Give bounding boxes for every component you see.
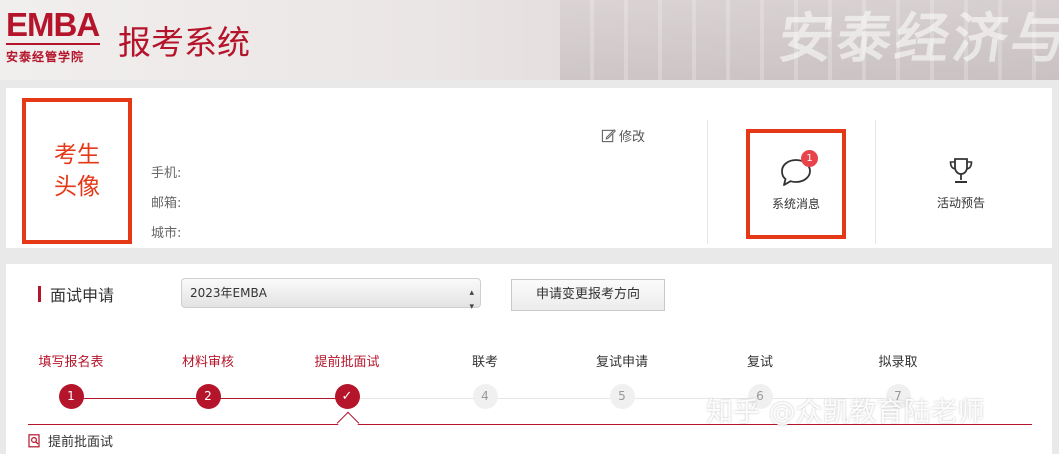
system-messages-label: 系统消息 xyxy=(771,197,820,211)
profile-card: 考生头像 手机: 邮箱: 城市: 修改 1 系统消息 活动预告 xyxy=(6,88,1052,248)
avatar-label: 考生头像 xyxy=(54,142,100,200)
city-field: 城市: xyxy=(151,222,181,252)
email-label: 邮箱: xyxy=(151,196,182,211)
step-label: 填写报名表 xyxy=(38,355,104,370)
step-label: 提前批面试 xyxy=(314,355,380,370)
document-search-icon xyxy=(28,433,40,447)
logo-divider xyxy=(6,43,100,45)
unread-badge: 1 xyxy=(801,150,818,167)
step-marker: 1 xyxy=(58,384,84,409)
step-fill-form[interactable]: 填写报名表 1 xyxy=(16,352,126,409)
current-section-title: 提前批面试 xyxy=(48,435,114,450)
step-label: 联考 xyxy=(471,355,498,370)
program-select[interactable]: 2023年EMBA ▴ ▾ xyxy=(181,278,481,312)
change-direction-button[interactable]: 申请变更报考方向 xyxy=(511,279,665,311)
checkmark-icon: ✓ xyxy=(334,384,360,409)
edit-icon xyxy=(601,129,616,143)
edit-profile-link[interactable]: 修改 xyxy=(601,126,645,145)
watermark-text: 知乎 @众凯教育陆老师 xyxy=(706,397,985,428)
current-step-pointer xyxy=(336,411,360,435)
city-label: 城市: xyxy=(151,226,182,241)
step-label: 复试申请 xyxy=(595,355,648,370)
divider xyxy=(875,120,876,244)
section-title-text: 面试申请 xyxy=(50,286,115,305)
step-label: 复试 xyxy=(746,355,773,370)
phone-label: 手机: xyxy=(151,166,182,181)
logo-main-text: EMBA xyxy=(6,6,100,43)
email-field: 邮箱: xyxy=(151,192,181,222)
section-title-bar xyxy=(38,286,41,302)
current-section-header: 提前批面试 xyxy=(28,431,113,450)
message-icon-wrap: 1 xyxy=(779,150,818,189)
step-joint-exam[interactable]: 联考 4 xyxy=(430,352,540,409)
step-retest-application[interactable]: 复试申请 5 xyxy=(567,352,677,409)
phone-field: 手机: xyxy=(151,162,181,192)
system-messages-button[interactable]: 1 系统消息 xyxy=(746,129,846,239)
contact-info: 手机: 邮箱: 城市: xyxy=(151,162,181,252)
logo-sub-text: 安泰经管学院 xyxy=(6,50,85,64)
step-marker: 5 xyxy=(609,384,635,409)
step-early-interview[interactable]: 提前批面试 ✓ xyxy=(292,352,402,409)
site-title: 报考系统 xyxy=(118,23,250,62)
header-background-text: 安泰经济与 xyxy=(774,7,1059,70)
event-preview-button[interactable]: 活动预告 xyxy=(916,156,1006,211)
step-label: 拟录取 xyxy=(878,355,918,370)
edit-label: 修改 xyxy=(619,130,646,145)
section-title: 面试申请 xyxy=(38,282,114,306)
step-marker: 2 xyxy=(195,384,221,409)
step-label: 材料审核 xyxy=(181,355,234,370)
select-arrows-icon: ▴ ▾ xyxy=(469,288,474,312)
event-preview-label: 活动预告 xyxy=(936,196,985,210)
logo[interactable]: EMBA 安泰经管学院 xyxy=(6,8,102,65)
header-banner: 安泰经济与 EMBA 安泰经管学院 报考系统 xyxy=(0,0,1059,80)
program-select-value: 2023年EMBA xyxy=(190,286,267,300)
step-marker: 4 xyxy=(472,384,498,409)
trophy-icon xyxy=(949,158,973,183)
divider xyxy=(707,120,708,244)
avatar[interactable]: 考生头像 xyxy=(22,98,132,244)
step-material-review[interactable]: 材料审核 2 xyxy=(153,352,263,409)
